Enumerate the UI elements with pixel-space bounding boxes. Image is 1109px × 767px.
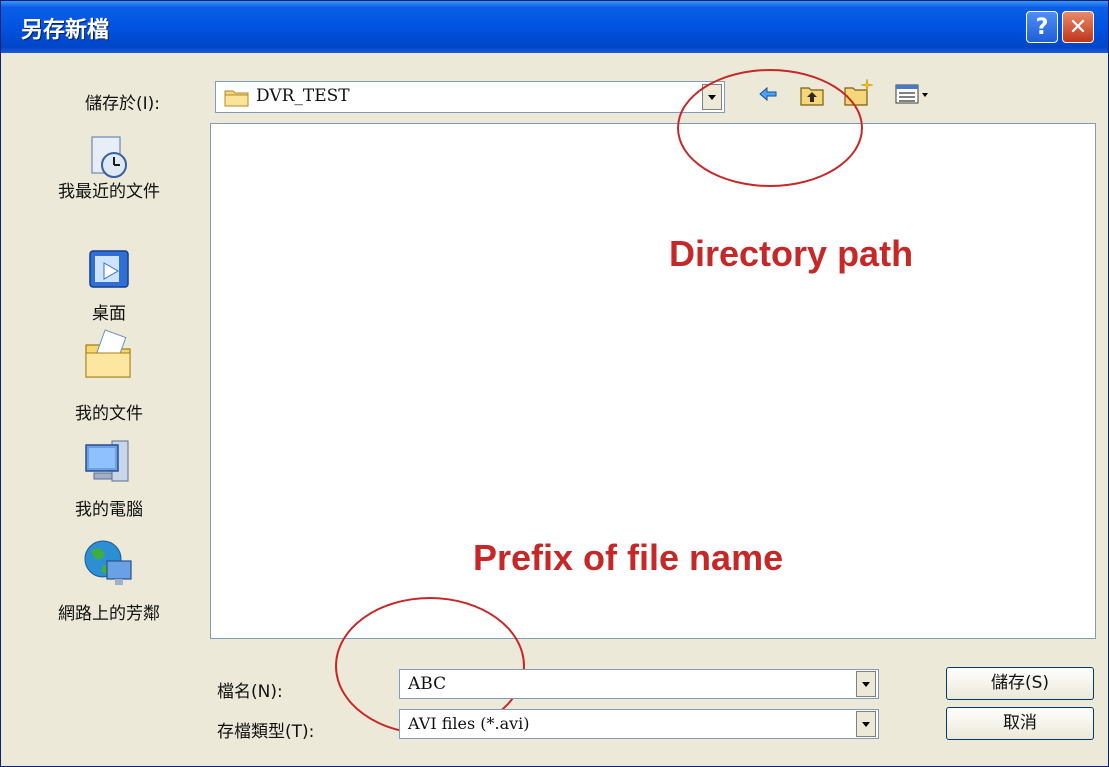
window-title: 另存新檔 — [21, 18, 110, 43]
place-label-recent: 我最近的文件 — [58, 182, 160, 202]
save-in-combo[interactable]: DVR_TEST — [215, 81, 725, 113]
close-button[interactable]: ✕ — [1062, 11, 1094, 43]
filename-dropdown-button[interactable] — [856, 671, 876, 697]
recent-documents-icon — [91, 136, 127, 178]
annotation-directory-path: Directory path — [669, 233, 914, 274]
save-in-value: DVR_TEST — [256, 86, 350, 106]
filetype-dropdown-button[interactable] — [856, 711, 876, 737]
place-label-network: 網路上的芳鄰 — [58, 604, 160, 624]
place-desktop[interactable]: 桌面 — [35, 247, 183, 324]
annotation-prefix: Prefix of file name — [473, 537, 784, 578]
place-label-my-documents: 我的文件 — [75, 404, 143, 424]
folder-icon — [224, 90, 249, 107]
place-label-my-computer: 我的電腦 — [75, 500, 143, 520]
network-places-icon — [84, 540, 132, 585]
place-recent-documents[interactable]: 我最近的文件 — [35, 131, 183, 202]
place-my-computer[interactable]: 我的電腦 — [35, 437, 183, 520]
save-button[interactable]: 儲存(S) — [946, 667, 1094, 700]
save-in-label: 儲存於(I): — [85, 94, 161, 114]
filename-label: 檔名(N): — [217, 682, 283, 702]
filetype-select[interactable]: AVI files (*.avi) — [399, 709, 879, 739]
place-my-documents[interactable]: 我的文件 — [35, 327, 183, 424]
filename-value: ABC — [408, 674, 447, 694]
my-computer-icon — [85, 440, 129, 482]
help-button[interactable]: ? — [1026, 11, 1058, 43]
filetype-label: 存檔類型(T): — [217, 722, 315, 742]
save-as-dialog: 另存新檔 ? ✕ 儲存於(I): DVR_TEST 我最近的文件 桌面 我的文件… — [0, 0, 1109, 767]
directory-highlight-ellipse — [677, 69, 863, 187]
place-network[interactable]: 網路上的芳鄰 — [35, 535, 183, 624]
my-documents-icon — [85, 329, 131, 378]
title-bar[interactable]: 另存新檔 ? ✕ — [1, 1, 1108, 53]
filename-input[interactable]: ABC — [399, 669, 879, 699]
view-menu-icon[interactable] — [895, 83, 931, 107]
place-label-desktop: 桌面 — [92, 304, 126, 324]
filetype-value: AVI files (*.avi) — [408, 714, 530, 733]
cancel-button[interactable]: 取消 — [946, 707, 1094, 740]
desktop-icon — [89, 250, 129, 288]
